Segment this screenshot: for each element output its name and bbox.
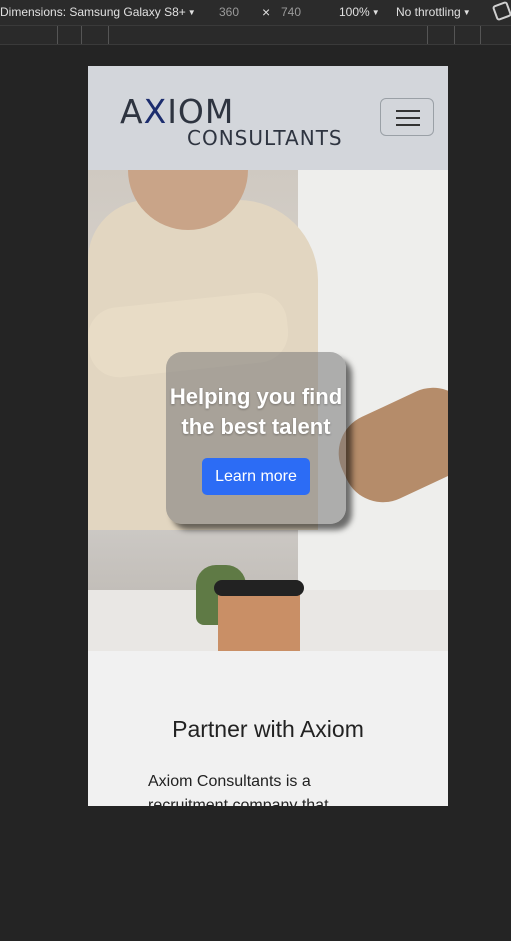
- ruler-tick: [57, 26, 58, 44]
- chevron-down-icon: ▼: [371, 8, 380, 17]
- ruler-tick: [108, 26, 109, 44]
- throttle-select[interactable]: No throttling ▼: [396, 5, 471, 19]
- axiom-logo[interactable]: AXIOM CONSULTANTS: [120, 92, 350, 152]
- site-navbar: AXIOM CONSULTANTS: [88, 66, 448, 170]
- device-select[interactable]: Dimensions: Samsung Galaxy S8+ ▼: [0, 5, 196, 19]
- device-label: Dimensions: Samsung Galaxy S8+: [0, 5, 186, 19]
- rotate-icon[interactable]: [491, 0, 511, 22]
- learn-more-button[interactable]: Learn more: [202, 458, 310, 495]
- hero-section: Helping you find the best talent Learn m…: [88, 170, 448, 651]
- hamburger-icon: [396, 124, 420, 126]
- devtools-device-toolbar: Dimensions: Samsung Galaxy S8+ ▼ 360 × 74…: [0, 0, 511, 26]
- logo-letter-x: X: [143, 92, 168, 131]
- chevron-down-icon: ▼: [187, 8, 196, 17]
- height-input[interactable]: 740: [281, 5, 301, 19]
- zoom-label: 100%: [339, 5, 370, 19]
- times-icon: ×: [262, 4, 271, 20]
- throttle-label: No throttling: [396, 5, 461, 19]
- ruler-tick: [480, 26, 481, 44]
- hamburger-icon: [396, 110, 420, 112]
- width-input[interactable]: 360: [219, 5, 239, 19]
- hero-photo-cup-lid: [214, 580, 304, 596]
- section-title: Partner with Axiom: [172, 716, 364, 742]
- menu-toggle-button[interactable]: [380, 98, 434, 136]
- zoom-select[interactable]: 100% ▼: [339, 5, 380, 19]
- section-text: Axiom Consultants is a recruitment compa…: [148, 773, 329, 806]
- ruler-tick: [81, 26, 82, 44]
- logo-letter-a: A: [120, 92, 144, 131]
- logo-subtitle: CONSULTANTS: [187, 126, 343, 150]
- ruler-tick: [454, 26, 455, 44]
- ruler-tick: [427, 26, 428, 44]
- device-viewport: AXIOM CONSULTANTS Helping you find the b…: [88, 66, 448, 806]
- chevron-down-icon: ▼: [462, 8, 471, 17]
- hero-title: Helping you find the best talent: [169, 384, 343, 439]
- hamburger-icon: [396, 117, 420, 119]
- hero-photo-cup: [218, 590, 300, 651]
- media-query-ruler: [0, 26, 511, 45]
- hero-card: Helping you find the best talent Learn m…: [166, 352, 346, 524]
